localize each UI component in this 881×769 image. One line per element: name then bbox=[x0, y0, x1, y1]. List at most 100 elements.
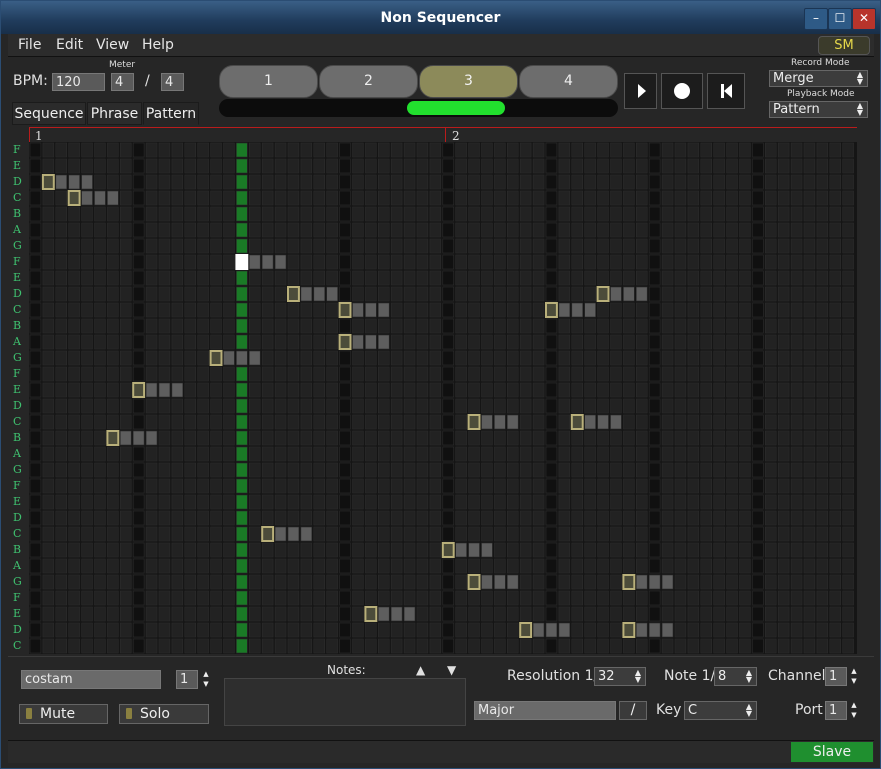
grid-cell[interactable] bbox=[842, 350, 854, 366]
grid-cell[interactable] bbox=[300, 542, 313, 558]
grid-cell[interactable] bbox=[816, 462, 829, 478]
grid-cell[interactable] bbox=[365, 238, 377, 254]
grid-cell[interactable] bbox=[184, 606, 197, 622]
grid-cell[interactable] bbox=[300, 590, 313, 606]
grid-cell[interactable] bbox=[752, 238, 764, 254]
grid-cell[interactable] bbox=[223, 638, 235, 654]
meter-beats-field[interactable]: 4 bbox=[111, 73, 134, 91]
grid-cell[interactable] bbox=[365, 638, 377, 654]
grid-cell[interactable] bbox=[752, 222, 764, 238]
grid-cell[interactable] bbox=[313, 318, 325, 334]
grid-cell[interactable] bbox=[739, 590, 751, 606]
grid-cell[interactable] bbox=[403, 622, 416, 638]
grid-cell[interactable] bbox=[377, 398, 390, 414]
grid-cell[interactable] bbox=[790, 174, 803, 190]
grid-cell[interactable] bbox=[81, 398, 93, 414]
grid-cell[interactable] bbox=[739, 286, 751, 302]
grid-cell[interactable] bbox=[68, 638, 80, 654]
grid-cell[interactable] bbox=[403, 142, 416, 158]
note-head[interactable] bbox=[570, 414, 584, 430]
grid-cell[interactable] bbox=[68, 526, 80, 542]
grid-cell[interactable] bbox=[300, 606, 313, 622]
grid-cell[interactable] bbox=[377, 494, 390, 510]
grid-cell[interactable] bbox=[29, 526, 42, 542]
grid-cell[interactable] bbox=[571, 462, 583, 478]
grid-cell[interactable] bbox=[132, 622, 145, 638]
grid-cell[interactable] bbox=[158, 590, 171, 606]
playhead-cell[interactable] bbox=[236, 238, 248, 254]
grid-cell[interactable] bbox=[390, 382, 403, 398]
grid-cell[interactable] bbox=[197, 430, 209, 446]
grid-cell[interactable] bbox=[145, 446, 158, 462]
tab-sequence[interactable]: Sequence bbox=[12, 102, 86, 125]
note-tail[interactable] bbox=[313, 286, 325, 302]
note-tail[interactable] bbox=[661, 574, 674, 590]
grid-cell[interactable] bbox=[635, 558, 648, 574]
note-tail[interactable] bbox=[610, 286, 622, 302]
grid-cell[interactable] bbox=[210, 254, 222, 270]
grid-cell[interactable] bbox=[519, 574, 532, 590]
grid-cell[interactable] bbox=[403, 542, 416, 558]
grid-cell[interactable] bbox=[829, 382, 841, 398]
grid-cell[interactable] bbox=[532, 382, 545, 398]
grid-cell[interactable] bbox=[442, 446, 454, 462]
grid-cell[interactable] bbox=[829, 398, 841, 414]
grid-cell[interactable] bbox=[55, 542, 67, 558]
note-tail[interactable] bbox=[223, 350, 235, 366]
grid-cell[interactable] bbox=[158, 558, 171, 574]
grid-cell[interactable] bbox=[687, 430, 700, 446]
grid-cell[interactable] bbox=[623, 590, 635, 606]
grid-cell[interactable] bbox=[829, 590, 841, 606]
grid-cell[interactable] bbox=[287, 558, 300, 574]
grid-cell[interactable] bbox=[352, 494, 364, 510]
minimize-button[interactable]: – bbox=[804, 8, 828, 30]
grid-cell[interactable] bbox=[300, 382, 313, 398]
grid-cell[interactable] bbox=[803, 254, 816, 270]
grid-cell[interactable] bbox=[365, 398, 377, 414]
grid-cell[interactable] bbox=[81, 350, 93, 366]
grid-cell[interactable] bbox=[132, 638, 145, 654]
grid-cell[interactable] bbox=[739, 174, 751, 190]
grid-cell[interactable] bbox=[132, 174, 145, 190]
grid-cell[interactable] bbox=[365, 286, 377, 302]
grid-cell[interactable] bbox=[532, 526, 545, 542]
note-tail[interactable] bbox=[597, 414, 609, 430]
grid-cell[interactable] bbox=[416, 638, 429, 654]
grid-cell[interactable] bbox=[558, 382, 571, 398]
grid-cell[interactable] bbox=[223, 414, 235, 430]
grid-cell[interactable] bbox=[158, 542, 171, 558]
grid-cell[interactable] bbox=[120, 590, 132, 606]
grid-cell[interactable] bbox=[352, 478, 364, 494]
grid-cell[interactable] bbox=[700, 174, 712, 190]
grid-cell[interactable] bbox=[829, 254, 841, 270]
grid-cell[interactable] bbox=[777, 574, 790, 590]
grid-cell[interactable] bbox=[313, 398, 325, 414]
playhead-cell[interactable] bbox=[236, 382, 248, 398]
grid-cell[interactable] bbox=[777, 638, 790, 654]
grid-cell[interactable] bbox=[94, 574, 106, 590]
grid-cell[interactable] bbox=[519, 238, 532, 254]
grid-cell[interactable] bbox=[158, 350, 171, 366]
grid-cell[interactable] bbox=[287, 382, 300, 398]
grid-cell[interactable] bbox=[416, 142, 429, 158]
grid-cell[interactable] bbox=[120, 174, 132, 190]
grid-cell[interactable] bbox=[120, 222, 132, 238]
grid-cell[interactable] bbox=[519, 350, 532, 366]
grid-cell[interactable] bbox=[390, 190, 403, 206]
grid-cell[interactable] bbox=[571, 622, 583, 638]
grid-cell[interactable] bbox=[300, 638, 313, 654]
grid-cell[interactable] bbox=[313, 478, 325, 494]
grid-cell[interactable] bbox=[274, 494, 287, 510]
grid-cell[interactable] bbox=[326, 366, 338, 382]
grid-cell[interactable] bbox=[752, 606, 764, 622]
grid-cell[interactable] bbox=[94, 366, 106, 382]
grid-cell[interactable] bbox=[94, 174, 106, 190]
grid-cell[interactable] bbox=[816, 622, 829, 638]
grid-cell[interactable] bbox=[597, 430, 609, 446]
grid-cell[interactable] bbox=[635, 494, 648, 510]
grid-cell[interactable] bbox=[145, 174, 158, 190]
grid-cell[interactable] bbox=[274, 334, 287, 350]
grid-cell[interactable] bbox=[739, 478, 751, 494]
grid-cell[interactable] bbox=[107, 574, 119, 590]
grid-cell[interactable] bbox=[197, 206, 209, 222]
